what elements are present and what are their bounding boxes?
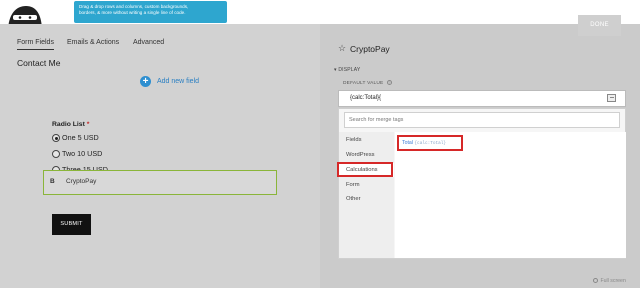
tab-emails-actions[interactable]: Emails & Actions xyxy=(67,39,119,49)
form-builder: Form Fields Emails & Actions Advanced Co… xyxy=(0,24,320,288)
add-new-field-label: Add new field xyxy=(157,78,200,85)
merge-category-fields[interactable]: Fields xyxy=(339,133,394,147)
help-icon[interactable]: ? xyxy=(387,80,393,85)
builder-tooltip: Drag & drop rows and columns, custom bac… xyxy=(74,1,227,23)
default-value-input[interactable] xyxy=(338,90,626,107)
cryptopay-field-label: CryptoPay xyxy=(66,178,97,185)
tab-form-fields[interactable]: Form Fields xyxy=(17,39,54,50)
cryptopay-field[interactable]: B CryptoPay xyxy=(43,170,277,195)
default-value-label: DEFAULT VALUE ? xyxy=(343,80,393,86)
merge-tags-icon[interactable] xyxy=(607,94,616,102)
radio-button[interactable] xyxy=(52,150,60,158)
fullscreen-icon xyxy=(593,278,598,283)
merge-category-other[interactable]: Other xyxy=(339,192,394,206)
default-value-text: {calc:Total}{ xyxy=(350,95,382,101)
merge-category-wordpress[interactable]: WordPress xyxy=(339,148,394,162)
submit-button[interactable]: SUBMIT xyxy=(52,214,91,235)
radio-option-label: Two 10 USD xyxy=(62,149,103,158)
display-section-label: DISPLAY xyxy=(338,67,361,73)
required-mark: * xyxy=(86,121,90,128)
star-icon[interactable]: ☆ xyxy=(338,43,346,54)
merge-category-form[interactable]: Form xyxy=(339,178,394,192)
full-screen-label: Full screen xyxy=(600,278,626,284)
tab-advanced[interactable]: Advanced xyxy=(133,39,164,49)
radio-option-one[interactable]: One 5 USD xyxy=(52,133,142,145)
radio-list-title: Radio List xyxy=(52,121,85,128)
display-section-header[interactable]: ▾ DISPLAY xyxy=(334,67,360,73)
radio-list-label: Radio List * xyxy=(52,121,89,128)
form-title: Contact Me xyxy=(17,58,61,68)
merge-tags-search-placeholder: Search for merge tags xyxy=(349,117,404,123)
radio-list-field: Radio List * One 5 USD Two 10 USD Three … xyxy=(52,121,108,174)
radio-button-selected[interactable] xyxy=(52,134,60,142)
done-button[interactable]: DONE xyxy=(578,15,621,36)
radio-option-label: One 5 USD xyxy=(62,133,99,142)
tooltip-line-2: borders, & more without writing a single… xyxy=(79,10,186,15)
radio-option-two[interactable]: Two 10 USD xyxy=(52,149,142,161)
collapse-arrow-icon: ▾ xyxy=(334,67,337,73)
plus-icon: + xyxy=(140,76,151,87)
panel-title: CryptoPay xyxy=(350,44,390,54)
merge-tag-highlight-box xyxy=(397,135,463,151)
default-value-title: DEFAULT VALUE xyxy=(343,81,384,86)
calculations-highlight-box xyxy=(337,162,393,177)
full-screen-toggle[interactable]: Full screen xyxy=(593,278,626,284)
bitcoin-icon: B xyxy=(50,178,55,185)
